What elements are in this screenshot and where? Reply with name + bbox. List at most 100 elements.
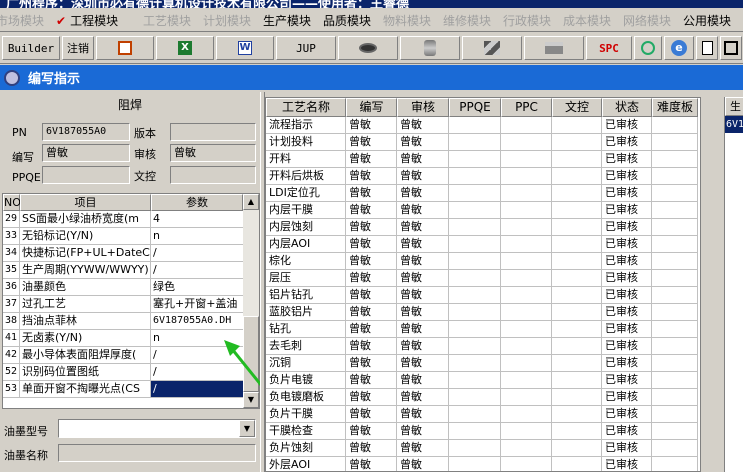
col-header-param[interactable]: 参数: [151, 194, 243, 211]
param-row[interactable]: 33 无铅标记(Y/N) n: [3, 228, 243, 245]
ppqe-field[interactable]: [42, 166, 130, 184]
menu-cost[interactable]: 成本模块: [563, 12, 611, 29]
process-row[interactable]: 内层蚀刻 曾敏 曾敏 已审核: [266, 219, 698, 236]
database-button[interactable]: [400, 36, 460, 60]
cell-name: 内层蚀刻: [266, 219, 346, 236]
process-row[interactable]: 棕化 曾敏 曾敏 已审核: [266, 253, 698, 270]
cell-reviewer: 曾敏: [397, 134, 449, 151]
reviewer-field[interactable]: 曾敏: [170, 144, 256, 162]
process-row[interactable]: 铝片钻孔 曾敏 曾敏 已审核: [266, 287, 698, 304]
col-header-author[interactable]: 编写: [346, 98, 397, 117]
process-row[interactable]: 内层AOI 曾敏 曾敏 已审核: [266, 236, 698, 253]
scroll-down-icon[interactable]: ▼: [243, 392, 259, 408]
cell-ppc: [501, 355, 552, 372]
param-row[interactable]: 38 挡油点菲林 6V187055A0.DH: [3, 313, 243, 330]
col-header-difficulty[interactable]: 难度板: [652, 98, 698, 117]
process-row[interactable]: 负电镀磨板 曾敏 曾敏 已审核: [266, 389, 698, 406]
cell-ppc: [501, 117, 552, 134]
param-row[interactable]: 34 快捷标记(FP+UL+DateCo /: [3, 245, 243, 262]
scroll-up-icon[interactable]: ▲: [243, 194, 259, 210]
author-field[interactable]: 曾敏: [42, 144, 130, 162]
view-button[interactable]: [338, 36, 398, 60]
print-button[interactable]: [524, 36, 584, 60]
param-row-selected[interactable]: 53 单面开窗不掏曝光点(CS /: [3, 381, 243, 398]
col-header-process-name[interactable]: 工艺名称: [266, 98, 346, 117]
menu-admin[interactable]: 行政模块: [503, 12, 551, 29]
cell-ppc: [501, 389, 552, 406]
process-row[interactable]: 开料后烘板 曾敏 曾敏 已审核: [266, 168, 698, 185]
col-header-status[interactable]: 状态: [602, 98, 652, 117]
menu-common[interactable]: 公用模块: [683, 12, 731, 29]
process-row[interactable]: 蓝胶铝片 曾敏 曾敏 已审核: [266, 304, 698, 321]
doc-control-field[interactable]: [170, 166, 256, 184]
ink-type-select[interactable]: ▼: [58, 419, 256, 438]
cell-ppc: [501, 185, 552, 202]
pn-field[interactable]: 6V187055A0: [42, 123, 130, 141]
process-row[interactable]: 流程指示 曾敏 曾敏 已审核: [266, 117, 698, 134]
builder-button[interactable]: Builder: [2, 36, 60, 60]
cell-name: 层压: [266, 270, 346, 287]
exit-button[interactable]: [720, 36, 742, 60]
menu-quality[interactable]: 品质模块: [323, 12, 371, 29]
process-row[interactable]: 沉铜 曾敏 曾敏 已审核: [266, 355, 698, 372]
cell-reviewer: 曾敏: [397, 219, 449, 236]
col-header-ppqe[interactable]: PPQE: [449, 98, 501, 117]
process-row[interactable]: 负片蚀刻 曾敏 曾敏 已审核: [266, 440, 698, 457]
far-right-header[interactable]: 生: [725, 97, 743, 116]
process-row[interactable]: 负片电镀 曾敏 曾敏 已审核: [266, 372, 698, 389]
cell-doc: [552, 185, 602, 202]
process-row[interactable]: 层压 曾敏 曾敏 已审核: [266, 270, 698, 287]
param-row[interactable]: 29 SS面最小绿油桥宽度(m 4: [3, 211, 243, 228]
reviewer-label: 审核: [134, 148, 156, 161]
menu-process[interactable]: 工艺模块: [143, 12, 191, 29]
col-header-ppc[interactable]: PPC: [501, 98, 552, 117]
menu-maintenance[interactable]: 维修模块: [443, 12, 491, 29]
process-row[interactable]: 内层干膜 曾敏 曾敏 已审核: [266, 202, 698, 219]
chevron-down-icon[interactable]: ▼: [239, 420, 255, 437]
version-field[interactable]: [170, 123, 256, 141]
cell-difficulty: [652, 134, 698, 151]
pn-label: PN: [12, 126, 27, 139]
process-row[interactable]: 负片干膜 曾敏 曾敏 已审核: [266, 406, 698, 423]
col-header-reviewer[interactable]: 审核: [397, 98, 449, 117]
cell-doc: [552, 440, 602, 457]
spc-button[interactable]: SPC: [586, 36, 632, 60]
refresh-button[interactable]: [634, 36, 662, 60]
process-row[interactable]: 钻孔 曾敏 曾敏 已审核: [266, 321, 698, 338]
param-row[interactable]: 41 无卤素(Y/N) n: [3, 330, 243, 347]
process-row[interactable]: LDI定位孔 曾敏 曾敏 已审核: [266, 185, 698, 202]
far-right-cell[interactable]: 6V1: [725, 116, 743, 133]
ink-name-field[interactable]: [58, 444, 256, 462]
menu-planning[interactable]: 计划模块: [203, 12, 251, 29]
param-row[interactable]: 37 过孔工艺 塞孔+开窗+盖油: [3, 296, 243, 313]
report-button[interactable]: [96, 36, 154, 60]
menu-engineering[interactable]: ✔ 工程模块: [56, 12, 118, 29]
new-document-button[interactable]: [696, 36, 718, 60]
param-row[interactable]: 42 最小导体表面阻焊厚度(/: [3, 347, 243, 364]
cell-author: 曾敏: [346, 338, 397, 355]
jup-button[interactable]: JUP: [276, 36, 336, 60]
logout-button[interactable]: 注销: [62, 36, 94, 60]
cell-reviewer: 曾敏: [397, 321, 449, 338]
param-row[interactable]: 36 油墨颜色 绿色: [3, 279, 243, 296]
process-row[interactable]: 计划投料 曾敏 曾敏 已审核: [266, 134, 698, 151]
process-row[interactable]: 外层AOI 曾敏 曾敏 已审核: [266, 457, 698, 471]
process-row[interactable]: 干膜检查 曾敏 曾敏 已审核: [266, 423, 698, 440]
param-row[interactable]: 52 识别码位置图纸 /: [3, 364, 243, 381]
col-header-item[interactable]: 项目: [20, 194, 151, 211]
menu-production[interactable]: 生产模块: [263, 12, 311, 29]
process-row[interactable]: 开料 曾敏 曾敏 已审核: [266, 151, 698, 168]
excel-button[interactable]: X: [156, 36, 214, 60]
process-row[interactable]: 去毛刺 曾敏 曾敏 已审核: [266, 338, 698, 355]
col-header-doc-control[interactable]: 文控: [552, 98, 602, 117]
network-button[interactable]: [462, 36, 522, 60]
menu-network[interactable]: 网络模块: [623, 12, 671, 29]
param-row[interactable]: 35 生产周期(YYWW/WWYY) /: [3, 262, 243, 279]
browser-button[interactable]: e: [664, 36, 694, 60]
menu-material[interactable]: 物料模块: [383, 12, 431, 29]
col-header-no[interactable]: NO: [3, 194, 21, 211]
menu-market[interactable]: 市场模块: [0, 12, 44, 29]
parameter-grid-scrollbar[interactable]: ▲ ▼: [243, 194, 259, 408]
scroll-thumb[interactable]: [243, 316, 259, 392]
word-button[interactable]: W: [216, 36, 274, 60]
